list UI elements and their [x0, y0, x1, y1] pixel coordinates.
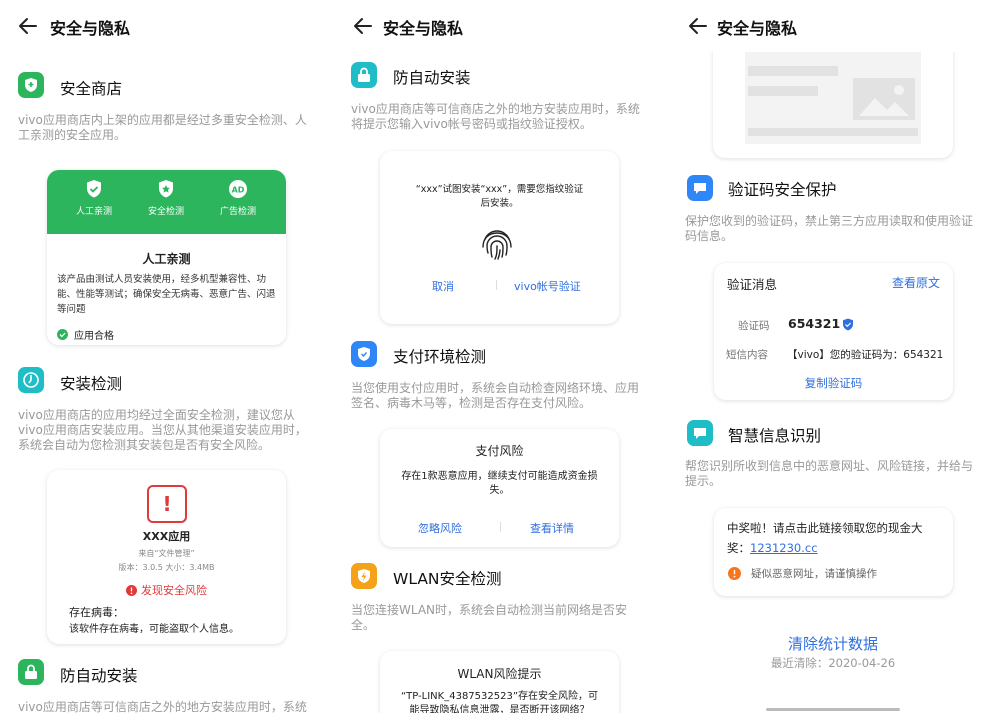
app-name: XXX应用: [142, 530, 191, 543]
page-title: 安全与隐私: [50, 19, 131, 38]
top-bar: 安全与隐私: [0, 0, 333, 52]
section-desc-store: vivo应用商店内上架的应用都是经过多重安全检测、人 工亲测的安全应用。: [18, 113, 307, 142]
wlan-lightning-icon: [351, 563, 377, 589]
pass-row: 应用合格: [57, 327, 114, 342]
wlan-risk-card: WLAN风险提示 “TP-LINK_4387532523”存在安全风险，可 能导致…: [380, 651, 619, 713]
virus-title: 存在病毒：: [69, 606, 124, 619]
shield-check-icon: [87, 180, 101, 198]
section-desc-anti-install: vivo应用商店等可信商店之外的地方安装应用时，系统: [18, 700, 307, 713]
section-title-sms-protect: 验证码安全保护: [728, 181, 837, 199]
home-indicator: [766, 708, 900, 711]
message-icon: [687, 175, 713, 201]
app-version: 版本：3.0.5 大小：3.4MB: [118, 563, 215, 572]
panel-2: 安全与隐私 防自动安装 vivo应用商店等可信商店之外的地方安装应用时，系统 将提…: [333, 0, 666, 713]
section-title-smart-info: 智慧信息识别: [728, 427, 822, 445]
panel-3: 安全与隐私 验证码安全保护 保护您收到的验证码，禁止第三方应用读取和使用验证 码信…: [666, 0, 1000, 713]
section-desc-install: vivo应用商店的应用均经过全面安全检测，建议您从 vivo应用商店安装应用。当您…: [18, 408, 307, 452]
divider: [500, 522, 501, 532]
risk-row: 发现安全风险: [47, 582, 286, 598]
warning-row: 疑似恶意网址，请谨慎操作: [728, 566, 877, 581]
shield-icon: [351, 341, 377, 367]
last-clear-date: 最近清除：2020-04-26: [770, 656, 896, 670]
badge-security: 安全检测: [131, 178, 201, 217]
card-title: 验证消息: [727, 277, 778, 292]
view-original-link[interactable]: 查看原文: [892, 274, 940, 291]
card-title: WLAN风险提示: [457, 667, 542, 681]
card-title: 支付风险: [475, 444, 524, 458]
page-title: 安全与隐私: [383, 19, 464, 38]
content-value: 【vivo】您的验证码为：654321: [787, 349, 944, 361]
code-value: 654321: [788, 316, 841, 331]
verified-shield-icon: [843, 318, 853, 331]
clear-stats-button[interactable]: 清除统计数据: [666, 633, 1000, 654]
smart-message-card: 中奖啦！请点击此链接领取您的现金大 奖：1231230.cc 疑似恶意网址，请谨…: [714, 508, 953, 596]
copy-code-button[interactable]: 复制验证码: [714, 375, 953, 391]
section-desc-smart-info: 帮您识别所收到信息中的恶意网址、风险链接，并给与 提示。: [685, 459, 974, 488]
image-placeholder-icon: [853, 78, 915, 120]
back-arrow-icon[interactable]: [686, 14, 710, 38]
check-circle-icon: [57, 329, 68, 340]
section-title-store: 安全商店: [60, 80, 123, 98]
section-title-wlan: WLAN安全检测: [393, 570, 502, 588]
account-verify-button[interactable]: vivo帐号验证: [514, 278, 581, 294]
manual-test-card: 人工亲测 安全检测 AD 广告检测 人工亲测 该产品由测试人员安装使用，经多机型…: [47, 170, 286, 345]
section-title-anti-install: 防自动安装: [60, 667, 138, 685]
section-title-install: 安装检测: [60, 375, 123, 393]
badge-ad: AD 广告检测: [203, 178, 273, 217]
panel-1: 安全与隐私 安全商店 vivo应用商店内上架的应用都是经过多重安全检测、人 工亲测…: [0, 0, 333, 713]
back-arrow-icon[interactable]: [16, 14, 40, 38]
shield-star-icon: [159, 180, 173, 198]
warning-icon: [728, 567, 741, 580]
section-desc-sms-protect: 保护您收到的验证码，禁止第三方应用读取和使用验证 码信息。: [685, 214, 974, 243]
lock-icon: [351, 62, 377, 88]
ad-icon: AD: [229, 180, 247, 198]
card-text: 该产品由测试人员安装使用，经多机型兼容性、功 能、性能等测试；确保安全无病毒、恶意…: [57, 274, 276, 315]
card-title: 人工亲测: [142, 252, 191, 266]
app-source: 来自“文件管理”: [138, 549, 195, 558]
section-desc-anti-install: vivo应用商店等可信商店之外的地方安装应用时，系统 将提示您输入vivo帐号密码…: [351, 102, 640, 131]
suspicious-link[interactable]: 1231230.cc: [750, 541, 818, 555]
card-text: 存在1款恶意应用，继续支付可能造成资金损 失。: [401, 471, 598, 496]
card-text: “TP-LINK_4387532523”存在安全风险，可 能导致隐私信息泄露，是否…: [400, 691, 599, 713]
content-label: 短信内容: [726, 349, 768, 361]
cancel-button[interactable]: 取消: [432, 278, 454, 294]
fingerprint-dialog: “xxx”试图安装“xxx”，需要您指纹验证 后安装。 取消 vivo帐号验证: [380, 151, 619, 324]
divider: [496, 280, 497, 290]
safe-store-icon: [18, 72, 44, 98]
alert-circle-icon: [126, 584, 137, 596]
section-title-payment: 支付环境检测: [393, 348, 487, 366]
install-risk-card: ! XXX应用 来自“文件管理” 版本：3.0.5 大小：3.4MB 发现安全风…: [47, 470, 286, 644]
code-label: 验证码: [738, 320, 770, 332]
section-desc-payment: 当您使用支付应用时，系统会自动检查网络环境、应用 签名、病毒木马等，检测是否存在支…: [351, 381, 640, 410]
section-title-anti-install: 防自动安装: [393, 69, 471, 87]
app-warning-icon: !: [147, 485, 187, 523]
virus-desc: 该软件存在病毒，可能盗取个人信息。: [69, 624, 239, 635]
verification-message-card: 验证消息 查看原文 验证码 654321 短信内容 【vivo】您的验证码为：6…: [714, 263, 953, 400]
install-check-icon: [18, 367, 44, 393]
fingerprint-icon[interactable]: [477, 223, 517, 263]
page-title: 安全与隐私: [717, 19, 798, 38]
message-icon: [687, 420, 713, 446]
dialog-text: “xxx”试图安装“xxx”，需要您指纹验证 后安装。: [415, 184, 584, 209]
lock-icon: [18, 659, 44, 685]
ignore-risk-button[interactable]: 忽略风险: [418, 520, 462, 536]
view-details-button[interactable]: 查看详情: [530, 520, 574, 536]
svg-text:AD: AD: [232, 186, 245, 195]
badge-header: 人工亲测 安全检测 AD 广告检测: [47, 170, 286, 234]
back-arrow-icon[interactable]: [351, 14, 375, 38]
section-desc-wlan: 当您连接WLAN时，系统会自动检测当前网络是否安 全。: [351, 603, 628, 632]
payment-risk-card: 支付风险 存在1款恶意应用，继续支付可能造成资金损 失。 忽略风险 查看详情: [380, 429, 619, 547]
top-bar: 安全与隐私: [666, 0, 1000, 52]
top-bar: 安全与隐私: [333, 0, 666, 52]
badge-manual: 人工亲测: [59, 178, 129, 217]
message-text: 中奖啦！请点击此链接领取您的现金大 奖：1231230.cc: [727, 521, 923, 555]
